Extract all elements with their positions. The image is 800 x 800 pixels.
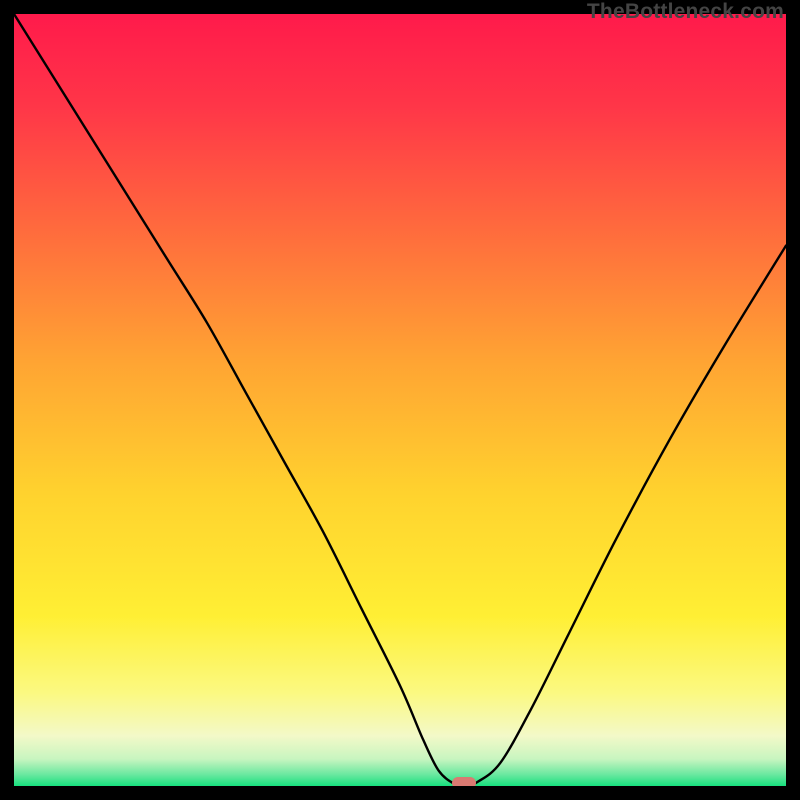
- plot-area: [14, 14, 786, 786]
- bottleneck-curve: [14, 14, 786, 786]
- minimum-marker: [452, 777, 477, 786]
- chart-container: TheBottleneck.com: [0, 0, 800, 800]
- watermark-text: TheBottleneck.com: [587, 0, 784, 24]
